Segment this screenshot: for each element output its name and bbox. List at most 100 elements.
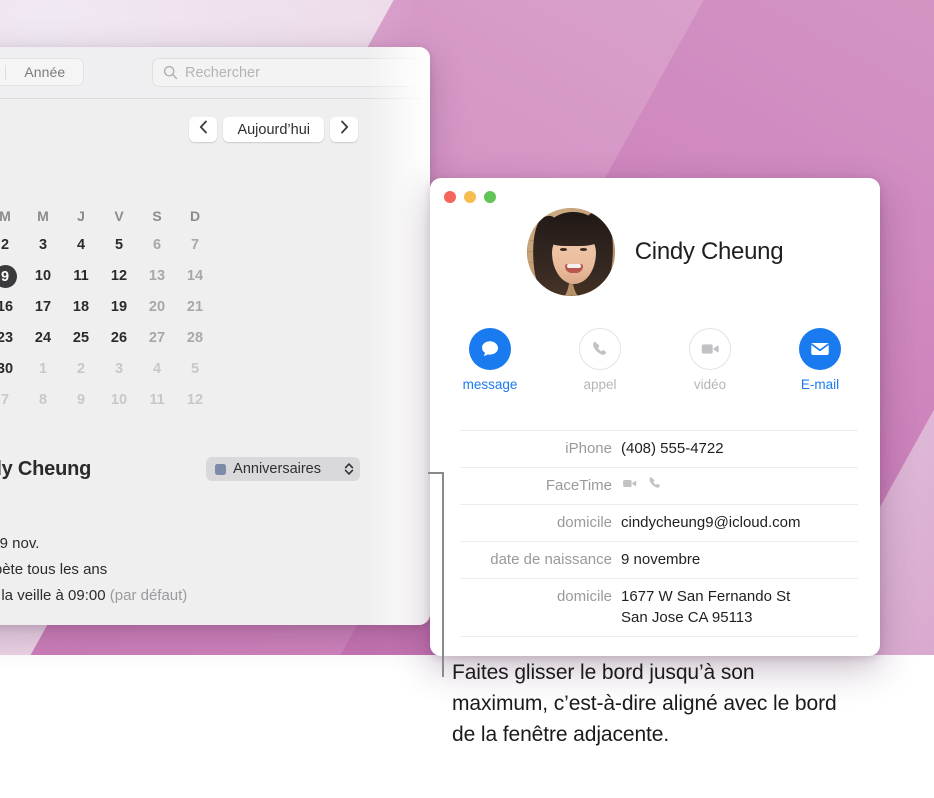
calendar-select-label: Anniversaires bbox=[233, 461, 321, 477]
calendar-day[interactable]: 16 bbox=[0, 296, 24, 318]
contact-field-value[interactable]: cindycheung9@icloud.com bbox=[621, 512, 801, 533]
contact-action-message[interactable]: message bbox=[460, 328, 520, 392]
calendar-day-number: 18 bbox=[72, 299, 90, 315]
close-button[interactable] bbox=[444, 191, 456, 203]
contact-field-row: FaceTime bbox=[460, 468, 858, 505]
event-alert-note: (par défaut) bbox=[109, 587, 188, 604]
calendar-window: is Année Rechercher bbox=[0, 47, 430, 625]
phone-icon bbox=[579, 328, 621, 370]
calendar-day[interactable]: 13 bbox=[138, 265, 176, 287]
calendar-day[interactable]: 25 bbox=[62, 327, 100, 349]
calendar-day[interactable]: 2 bbox=[62, 358, 100, 380]
contact-field-label: FaceTime bbox=[545, 477, 612, 494]
calendar-day-number: 19 bbox=[110, 299, 128, 315]
avatar bbox=[526, 208, 615, 296]
contact-field-label: iPhone bbox=[565, 440, 612, 457]
calendar-day[interactable]: 4 bbox=[62, 234, 100, 256]
minimize-button[interactable] bbox=[464, 191, 476, 203]
search-placeholder: Rechercher bbox=[185, 64, 260, 81]
previous-month-button[interactable] bbox=[189, 117, 218, 142]
calendar-day[interactable]: 5 bbox=[176, 358, 214, 380]
calendar-day-number: 9 bbox=[76, 392, 86, 408]
contact-action-vid-o: vidéo bbox=[680, 328, 740, 392]
calendar-day-number: 11 bbox=[149, 392, 165, 408]
today-button[interactable]: Aujourd’hui bbox=[223, 117, 324, 142]
calendar-day[interactable]: 4 bbox=[138, 358, 176, 380]
calendar-day[interactable]: 28 bbox=[176, 327, 214, 349]
calendar-day-number: 9 bbox=[0, 265, 17, 288]
calendar-select[interactable]: Anniversaires bbox=[206, 457, 360, 481]
contact-card-window: Cindy Cheung message appel vidéo E-mail iPh… bbox=[430, 178, 880, 656]
calendar-day-number: 14 bbox=[186, 268, 204, 284]
contact-fields: iPhone (408) 555-4722 FaceTime domicile cind… bbox=[460, 430, 858, 637]
calendar-day[interactable]: 3 bbox=[24, 234, 62, 256]
calendar-day[interactable]: 26 bbox=[100, 327, 138, 349]
calendar-day[interactable]: 8 bbox=[24, 389, 62, 411]
segment-year[interactable]: Année bbox=[6, 59, 83, 85]
calendar-day[interactable]: 10 bbox=[24, 265, 62, 287]
zoom-button[interactable] bbox=[484, 191, 496, 203]
calendar-day[interactable]: 12 bbox=[100, 265, 138, 287]
contact-field-label: domicile bbox=[556, 588, 612, 605]
calendar-day[interactable]: 30 bbox=[0, 358, 24, 380]
contact-field-value[interactable]: (408) 555-4722 bbox=[621, 438, 724, 459]
calendar-weekday-header: D bbox=[189, 208, 201, 224]
message-bubble-icon bbox=[469, 328, 511, 370]
calendar-weekday-header: V bbox=[114, 208, 124, 224]
calendar-day[interactable]: 14 bbox=[176, 265, 214, 287]
calendar-day-number: 10 bbox=[34, 268, 52, 284]
calendar-day-number: 27 bbox=[148, 330, 166, 346]
calendar-day-number: 6 bbox=[152, 237, 162, 253]
contact-action-label: vidéo bbox=[693, 377, 727, 392]
calendar-day[interactable]: 11 bbox=[62, 265, 100, 287]
contact-name: Cindy Cheung bbox=[634, 238, 784, 265]
calendar-day[interactable]: 18 bbox=[62, 296, 100, 318]
calendar-day[interactable]: 20 bbox=[138, 296, 176, 318]
calendar-day-selected[interactable]: 9 bbox=[0, 265, 24, 288]
calendar-day[interactable]: 11 bbox=[138, 389, 176, 411]
calendar-day-number: 20 bbox=[148, 299, 166, 315]
instruction-caption: Faites glisser le bord jusqu’à son maxim… bbox=[452, 661, 837, 746]
calendar-day[interactable]: 7 bbox=[176, 234, 214, 256]
calendar-day[interactable]: 10 bbox=[100, 389, 138, 411]
calendar-color-swatch bbox=[215, 463, 227, 475]
calendar-day[interactable]: 23 bbox=[0, 327, 24, 349]
calendar-day-number: 30 bbox=[0, 361, 14, 377]
contact-field-value[interactable]: 9 novembre bbox=[621, 549, 700, 570]
calendar-day-number: 7 bbox=[190, 237, 200, 253]
calendar-day[interactable]: 7 bbox=[0, 389, 24, 411]
calendar-day[interactable]: 9 bbox=[62, 389, 100, 411]
contact-action-appel: appel bbox=[570, 328, 630, 392]
callout-vertical-segment bbox=[442, 472, 444, 677]
next-month-button[interactable] bbox=[330, 117, 358, 142]
calendar-day[interactable]: 12 bbox=[176, 389, 214, 411]
contact-action-e-mail[interactable]: E-mail bbox=[790, 328, 850, 392]
video-camera-icon[interactable] bbox=[621, 475, 638, 497]
calendar-day[interactable]: 1 bbox=[24, 358, 62, 380]
calendar-day[interactable]: 24 bbox=[24, 327, 62, 349]
view-segmented-control[interactable]: is Année bbox=[0, 58, 85, 86]
calendar-day-number: 23 bbox=[0, 330, 14, 346]
calendar-day[interactable]: 2 bbox=[0, 234, 24, 256]
calendar-day-number: 28 bbox=[186, 330, 204, 346]
phone-icon[interactable] bbox=[647, 475, 663, 496]
search-input[interactable]: Rechercher bbox=[152, 58, 422, 87]
calendar-day[interactable]: 3 bbox=[100, 358, 138, 380]
chevron-updown-icon bbox=[344, 462, 354, 476]
contact-action-label: E-mail bbox=[800, 377, 840, 392]
contact-field-label: date de naissance bbox=[490, 551, 612, 568]
calendar-day[interactable]: 6 bbox=[138, 234, 176, 256]
calendar-day[interactable]: 19 bbox=[100, 296, 138, 318]
calendar-day[interactable]: 21 bbox=[176, 296, 214, 318]
calendar-day[interactable]: 5 bbox=[100, 234, 138, 256]
calendar-day-number: 12 bbox=[110, 268, 128, 284]
calendar-day-number: 17 bbox=[34, 299, 52, 315]
calendar-day-number: 2 bbox=[0, 237, 10, 253]
calendar-day[interactable]: 27 bbox=[138, 327, 176, 349]
contact-header: Cindy Cheung bbox=[430, 208, 880, 296]
contact-field-value[interactable]: 1677 W San Fernando St San Jose CA 95113 bbox=[621, 586, 790, 628]
contact-field-row: date de naissance 9 novembre bbox=[460, 542, 858, 579]
avatar-eye-left bbox=[559, 248, 567, 251]
calendar-day[interactable]: 17 bbox=[24, 296, 62, 318]
contact-field-icons bbox=[621, 475, 663, 496]
